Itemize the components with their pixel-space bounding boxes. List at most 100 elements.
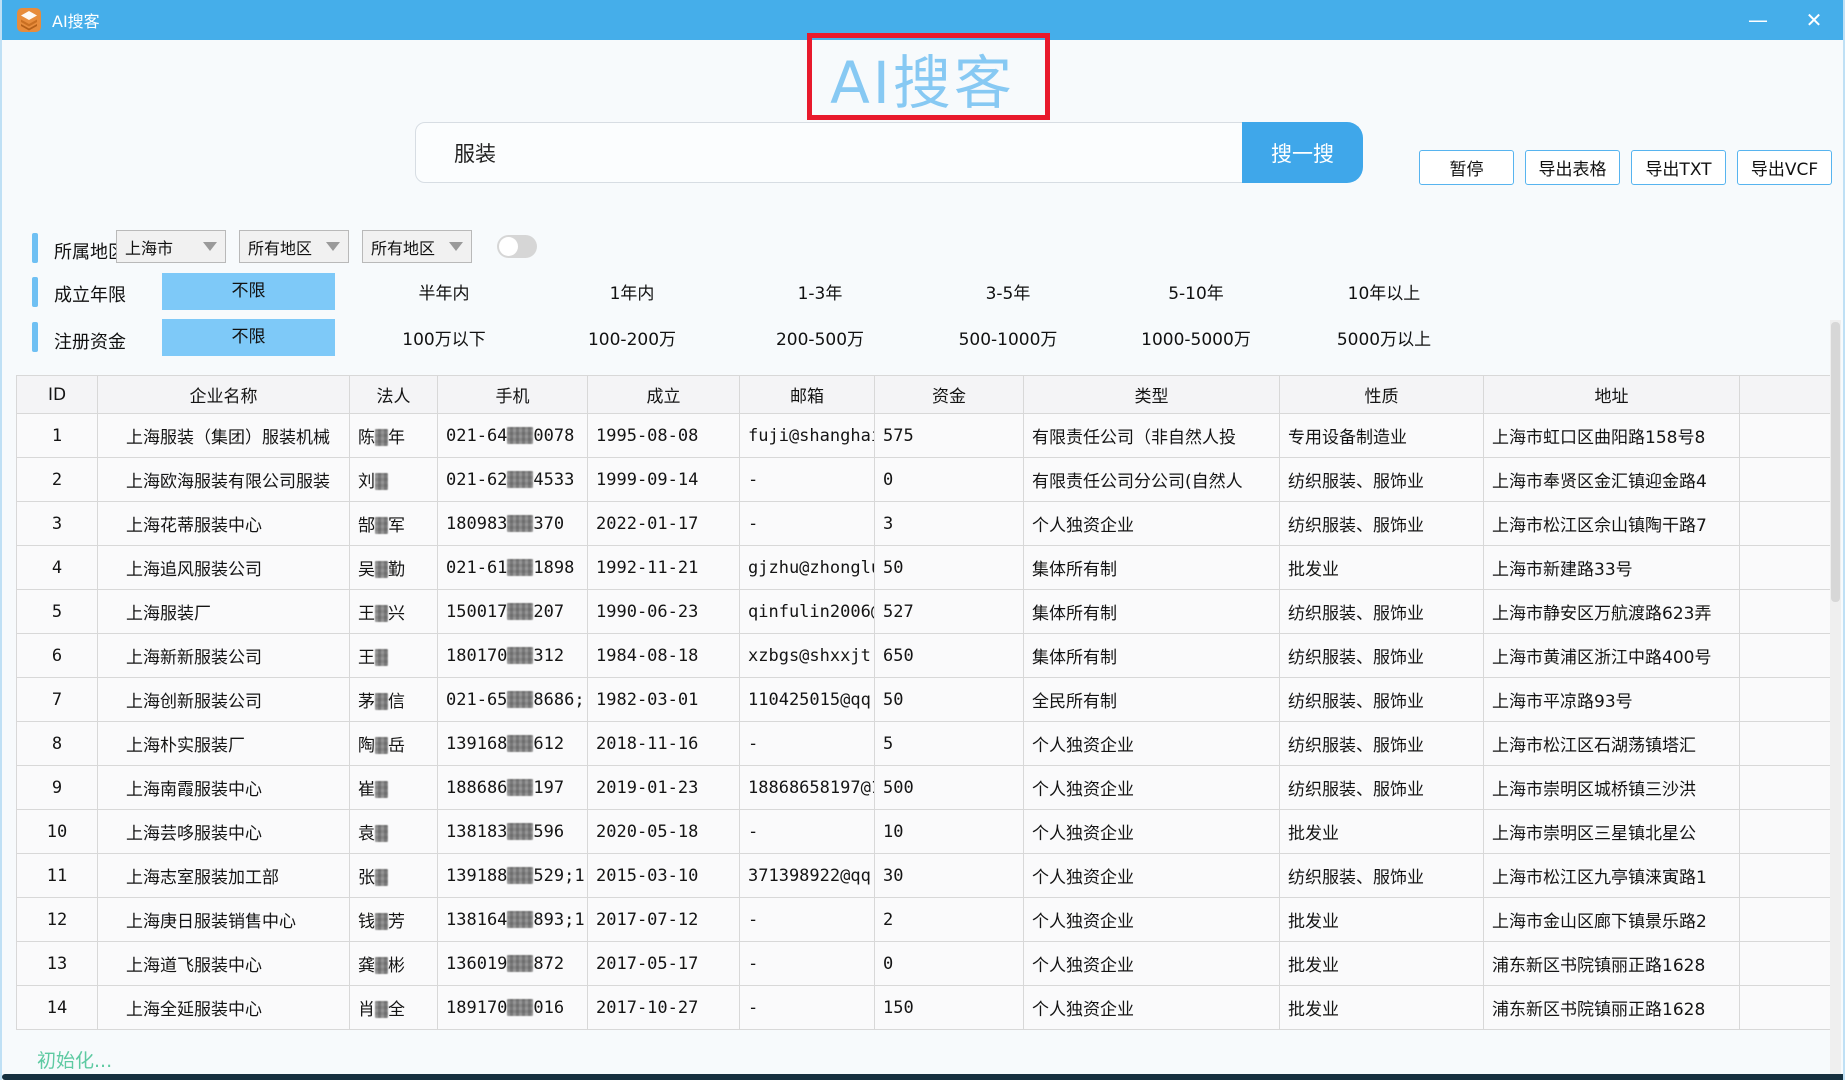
table-cell: 上海花蒂服装中心 <box>98 502 350 546</box>
table-row[interactable]: 14上海全延服装中心肖全1891700162017-10-27-150个人独资企… <box>17 986 1834 1030</box>
table-cell: 1999-09-14 <box>588 458 740 502</box>
table-cell: 上海市新建路33号 <box>1484 546 1740 590</box>
table-row[interactable]: 5上海服装厂王兴1500172071990-06-23qinfulin2006@… <box>17 590 1834 634</box>
export-vcf-button[interactable]: 导出VCF <box>1737 150 1832 185</box>
table-cell: 527 <box>875 590 1024 634</box>
table-cell: 0 <box>875 458 1024 502</box>
table-cell: - <box>740 502 875 546</box>
table-cell: 纺织服装、服饰业 <box>1280 634 1484 678</box>
table-cell: 180170312 <box>438 634 588 678</box>
region-dropdown-district[interactable]: 所有地区 <box>362 230 472 263</box>
table-row[interactable]: 7上海创新服装公司茅信021-658686;1982-03-0111042501… <box>17 678 1834 722</box>
filter-option[interactable]: 不限 <box>162 319 335 356</box>
table-row[interactable]: 4上海追风服装公司吴勤021-6118981992-11-21gjzhu@zho… <box>17 546 1834 590</box>
filter-option[interactable]: 100万以下 <box>350 325 538 350</box>
region-dropdown-city[interactable]: 所有地区 <box>239 230 349 263</box>
table-cell <box>1740 986 1834 1030</box>
column-header: 成立 <box>588 376 740 414</box>
table-cell: 2015-03-10 <box>588 854 740 898</box>
table-cell: 有限责任公司（非自然人投 <box>1024 414 1280 458</box>
table-cell: 上海全延服装中心 <box>98 986 350 1030</box>
table-cell: 2017-07-12 <box>588 898 740 942</box>
column-header: 类型 <box>1024 376 1280 414</box>
filter-option[interactable]: 1000-5000万 <box>1102 325 1290 350</box>
table-cell: 王 <box>350 634 438 678</box>
table-cell: 上海新新服装公司 <box>98 634 350 678</box>
filter-option[interactable]: 1年内 <box>538 279 726 304</box>
table-cell: 5 <box>17 590 98 634</box>
table-cell: 150017207 <box>438 590 588 634</box>
filter-option[interactable]: 100-200万 <box>538 325 726 350</box>
table-cell: 188686197 <box>438 766 588 810</box>
minimize-button[interactable]: — <box>1743 0 1773 40</box>
scrollbar-thumb[interactable] <box>1831 322 1840 602</box>
chevron-down-icon <box>203 242 217 251</box>
table-row[interactable]: 3上海花蒂服装中心郜军1809833702022-01-17-3个人独资企业纺织… <box>17 502 1834 546</box>
export-table-button[interactable]: 导出表格 <box>1525 150 1620 185</box>
export-txt-button[interactable]: 导出TXT <box>1631 150 1726 185</box>
table-row[interactable]: 2上海欧海服装有限公司服装刘021-6245331999-09-14-0有限责任… <box>17 458 1834 502</box>
table-cell <box>1740 942 1834 986</box>
table-cell: 1995-08-08 <box>588 414 740 458</box>
filter-option[interactable]: 200-500万 <box>726 325 914 350</box>
table-cell: 郜军 <box>350 502 438 546</box>
table-row[interactable]: 1上海服装（集团）服装机械陈年021-6400781995-08-08fuji@… <box>17 414 1834 458</box>
table-cell: 上海市崇明区三星镇北星公 <box>1484 810 1740 854</box>
table-cell: 0 <box>875 942 1024 986</box>
table-cell: 上海市金山区廊下镇景乐路2 <box>1484 898 1740 942</box>
table-cell: 2017-10-27 <box>588 986 740 1030</box>
table-cell: 肖全 <box>350 986 438 1030</box>
table-cell: 崔 <box>350 766 438 810</box>
table-cell: 1982-03-01 <box>588 678 740 722</box>
filter-option[interactable]: 1-3年 <box>726 279 914 304</box>
pause-button[interactable]: 暂停 <box>1419 150 1514 185</box>
chevron-down-icon <box>449 242 463 251</box>
table-cell: 批发业 <box>1280 986 1484 1030</box>
table-cell: 9 <box>17 766 98 810</box>
table-cell: 10 <box>875 810 1024 854</box>
column-header: 资金 <box>875 376 1024 414</box>
table-cell: 500 <box>875 766 1024 810</box>
search-button[interactable]: 搜一搜 <box>1242 122 1363 183</box>
table-row[interactable]: 11上海志室服装加工部张139188529;12015-03-103713989… <box>17 854 1834 898</box>
search-input[interactable] <box>415 122 1243 183</box>
table-row[interactable]: 6上海新新服装公司王1801703121984-08-18xzbgs@shxxj… <box>17 634 1834 678</box>
table-row[interactable]: 13上海道飞服装中心龚彬1360198722017-05-17-0个人独资企业批… <box>17 942 1834 986</box>
table-cell: 180983370 <box>438 502 588 546</box>
table-cell: 12 <box>17 898 98 942</box>
status-text: 初始化... <box>37 1046 112 1073</box>
table-cell: 吴勤 <box>350 546 438 590</box>
filter-option[interactable]: 不限 <box>162 273 335 310</box>
filter-option[interactable]: 3-5年 <box>914 279 1102 304</box>
filter-option[interactable]: 10年以上 <box>1290 279 1478 304</box>
filter-option[interactable]: 5-10年 <box>1102 279 1290 304</box>
table-row[interactable]: 12上海庚日服装销售中心钱芳138164893;12017-07-12-2个人独… <box>17 898 1834 942</box>
table-cell: 个人独资企业 <box>1024 810 1280 854</box>
table-cell: 2 <box>875 898 1024 942</box>
filter-options-capital: 不限 100万以下100-200万200-500万500-1000万1000-50… <box>162 319 1478 356</box>
table-cell: - <box>740 898 875 942</box>
table-cell: 上海庚日服装销售中心 <box>98 898 350 942</box>
table-cell: 上海朴实服装厂 <box>98 722 350 766</box>
region-dropdown-province[interactable]: 上海市 <box>116 230 226 263</box>
table-cell: 集体所有制 <box>1024 590 1280 634</box>
table-cell: 上海服装厂 <box>98 590 350 634</box>
table-cell: 110425015@qq. <box>740 678 875 722</box>
table-cell: 1984-08-18 <box>588 634 740 678</box>
table-cell: 上海芸哆服装中心 <box>98 810 350 854</box>
table-cell: 批发业 <box>1280 810 1484 854</box>
filter-option[interactable]: 半年内 <box>350 279 538 304</box>
filter-option[interactable]: 5000万以上 <box>1290 325 1478 350</box>
table-cell: 18868658197@1 <box>740 766 875 810</box>
table-row[interactable]: 9上海南霞服装中心崔1886861972019-01-2318868658197… <box>17 766 1834 810</box>
filter-option[interactable]: 500-1000万 <box>914 325 1102 350</box>
region-toggle-switch[interactable] <box>497 235 537 258</box>
table-cell <box>1740 414 1834 458</box>
table-cell: 1 <box>17 414 98 458</box>
table-cell: - <box>740 458 875 502</box>
table-row[interactable]: 10上海芸哆服装中心袁1381835962020-05-18-10个人独资企业批… <box>17 810 1834 854</box>
table-cell: 有限责任公司分公司(自然人 <box>1024 458 1280 502</box>
close-button[interactable]: ✕ <box>1799 0 1829 40</box>
table-cell: 2017-05-17 <box>588 942 740 986</box>
table-row[interactable]: 8上海朴实服装厂陶岳1391686122018-11-16-5个人独资企业纺织服… <box>17 722 1834 766</box>
